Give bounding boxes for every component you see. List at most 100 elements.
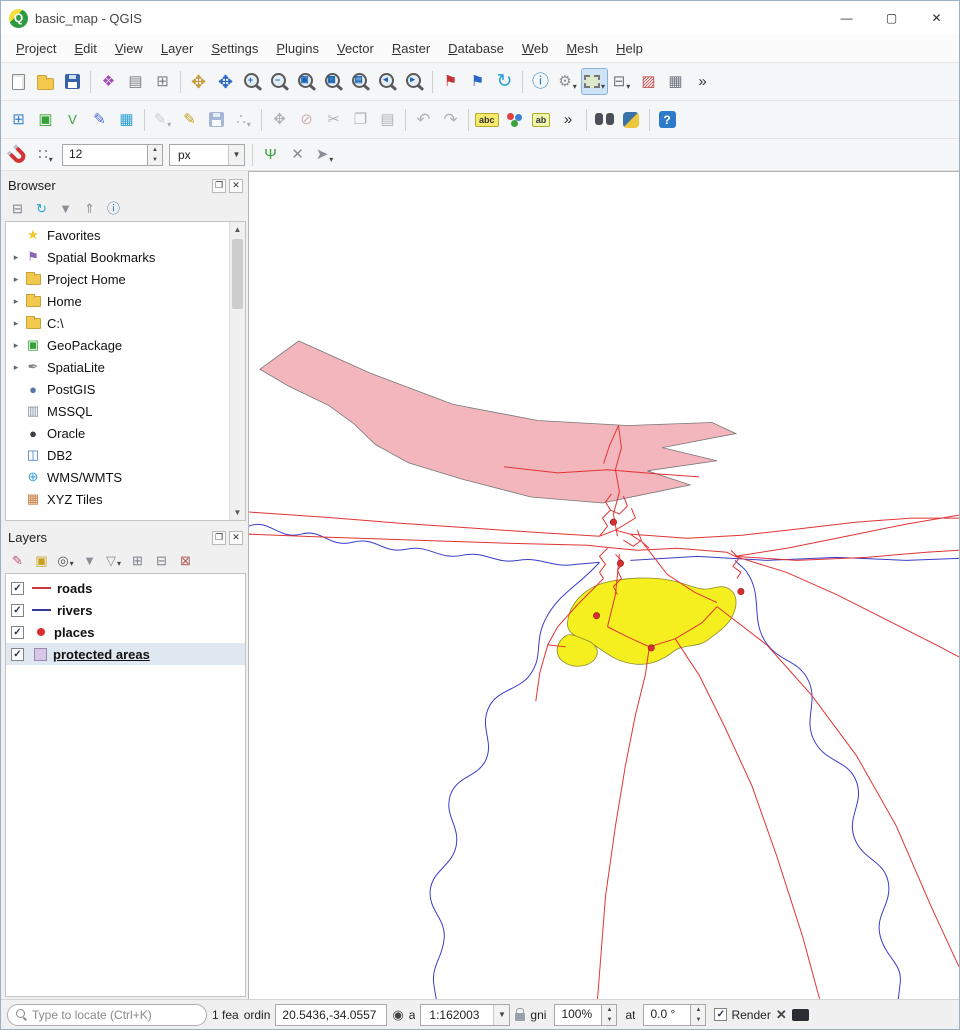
filter-by-expression-button[interactable]: ▽▾ <box>102 549 125 572</box>
open-attribute-table-button[interactable]: ▦ <box>662 68 689 95</box>
undo-button[interactable]: ↶ <box>410 106 437 133</box>
copy-features-button[interactable]: ❐ <box>347 106 374 133</box>
zoom-next-button[interactable]: ▸ <box>401 68 428 95</box>
redo-button[interactable]: ↷ <box>437 106 464 133</box>
layer-diagram-button[interactable] <box>501 106 528 133</box>
render-toggle[interactable]: ✓ Render <box>714 1008 770 1022</box>
maximize-button[interactable]: ▢ <box>869 1 914 35</box>
undock-panel-icon[interactable]: ❐ <box>212 531 226 545</box>
expand-arrow-icon[interactable]: ▸ <box>9 274 23 285</box>
extents-toggle-icon[interactable]: ◉ <box>392 1007 403 1023</box>
stop-render-icon[interactable]: ✕ <box>776 1007 787 1023</box>
minimize-button[interactable]: — <box>824 1 869 35</box>
browser-item-home[interactable]: ▸Home <box>6 290 245 312</box>
menu-project[interactable]: Project <box>7 37 65 60</box>
scale-combo[interactable]: 1:162003 ▼ <box>420 1004 510 1026</box>
spinbox-steppers[interactable]: ▲▼ <box>148 144 163 166</box>
identify-features-button[interactable]: ⓘ <box>527 68 554 95</box>
cut-features-button[interactable]: ✂ <box>320 106 347 133</box>
snapping-on-intersection-button[interactable]: ✕ <box>284 141 311 168</box>
run-feature-action-button[interactable]: ⚙▾ <box>554 68 581 95</box>
coordinate-box[interactable]: 20.5436,-34.0557 <box>275 1004 387 1026</box>
toolbar-overflow-button[interactable]: » <box>689 68 716 95</box>
show-spatial-bookmarks-button[interactable]: ⚑ <box>464 68 491 95</box>
combo-arrow-icon[interactable]: ▼ <box>228 145 244 165</box>
select-by-value-button[interactable]: ▨ <box>635 68 662 95</box>
browser-item-favorites[interactable]: ★Favorites <box>6 224 245 246</box>
menu-settings[interactable]: Settings <box>202 37 267 60</box>
toggle-editing-button[interactable]: ✎ <box>176 106 203 133</box>
expand-arrow-icon[interactable]: ▸ <box>9 362 23 373</box>
menu-edit[interactable]: Edit <box>65 37 105 60</box>
browser-item-postgis[interactable]: ●PostGIS <box>6 378 245 400</box>
browser-item-project-home[interactable]: ▸Project Home <box>6 268 245 290</box>
pan-map-to-selection-button[interactable]: ✥ <box>212 68 239 95</box>
scroll-up-icon[interactable]: ▲ <box>230 222 245 237</box>
metasearch-button[interactable] <box>591 106 618 133</box>
save-layer-edits-button[interactable] <box>203 106 230 133</box>
new-print-layout-button[interactable]: ▤ <box>122 68 149 95</box>
remove-layer-button[interactable]: ⊠ <box>174 549 197 572</box>
new-project-button[interactable] <box>5 68 32 95</box>
combo-arrow-icon[interactable]: ▼ <box>493 1005 509 1025</box>
browser-properties-button[interactable]: ⓘ <box>102 197 125 220</box>
layer-visibility-checkbox[interactable]: ✓ <box>11 648 24 661</box>
deselect-features-button[interactable]: ⊟▾ <box>608 68 635 95</box>
zoom-in-button[interactable]: + <box>239 68 266 95</box>
step-up-icon[interactable]: ▲ <box>691 1005 705 1015</box>
refresh-browser-button[interactable]: ↻ <box>30 197 53 220</box>
layer-item-roads[interactable]: ✓roads <box>6 577 245 599</box>
step-down-icon[interactable]: ▼ <box>691 1015 705 1025</box>
new-spatialite-layer-button[interactable]: ✎ <box>86 106 113 133</box>
menu-plugins[interactable]: Plugins <box>267 37 328 60</box>
browser-item-geopackage[interactable]: ▸▣GeoPackage <box>6 334 245 356</box>
add-group-button[interactable]: ▣ <box>30 549 53 572</box>
style-manager-button[interactable]: ❖ <box>95 68 122 95</box>
enable-snapping-button[interactable] <box>5 141 32 168</box>
snapping-tolerance-spinbox[interactable]: 12 ▲▼ <box>62 144 163 166</box>
zoom-full-button[interactable]: ▣ <box>293 68 320 95</box>
render-checkbox[interactable]: ✓ <box>714 1008 727 1021</box>
browser-item-xyz-tiles[interactable]: ▦XYZ Tiles <box>6 488 245 510</box>
paste-features-button[interactable]: ▤ <box>374 106 401 133</box>
expand-arrow-icon[interactable]: ▸ <box>9 252 23 263</box>
snapping-mode-button[interactable]: ∷▾ <box>32 141 59 168</box>
scroll-down-icon[interactable]: ▼ <box>230 505 245 520</box>
browser-item-db2[interactable]: ◫DB2 <box>6 444 245 466</box>
collapse-all-button[interactable]: ⇑ <box>78 197 101 220</box>
layer-item-places[interactable]: ✓places <box>6 621 245 643</box>
map-canvas[interactable] <box>248 171 959 999</box>
spinbox-steppers[interactable]: ▲▼ <box>602 1004 617 1026</box>
label-pin-button[interactable]: ab <box>528 106 555 133</box>
zoom-to-selection-button[interactable]: ▦ <box>320 68 347 95</box>
menu-web[interactable]: Web <box>513 37 558 60</box>
layer-visibility-checkbox[interactable]: ✓ <box>11 582 24 595</box>
step-up-icon[interactable]: ▲ <box>602 1005 616 1015</box>
zoom-to-layer-button[interactable]: ▤ <box>347 68 374 95</box>
show-layout-manager-button[interactable]: ⊞ <box>149 68 176 95</box>
new-spatial-bookmark-button[interactable]: ⚑ <box>437 68 464 95</box>
open-layer-styling-button[interactable]: ✎ <box>6 549 29 572</box>
select-features-button[interactable]: ▾ <box>581 68 608 95</box>
step-up-icon[interactable]: ▲ <box>148 145 162 155</box>
spinbox-steppers[interactable]: ▲▼ <box>691 1004 706 1026</box>
open-project-button[interactable] <box>32 68 59 95</box>
magnifier-value[interactable]: 100% <box>554 1004 602 1026</box>
new-virtual-layer-button[interactable]: ▦ <box>113 106 140 133</box>
expand-arrow-icon[interactable]: ▸ <box>9 318 23 329</box>
magnifier-spinbox[interactable]: 100% ▲▼ <box>554 1004 617 1026</box>
pan-map-button[interactable]: ✥ <box>185 68 212 95</box>
vertex-tool-button[interactable]: ∴▾ <box>230 106 257 133</box>
snapping-tolerance-value[interactable]: 12 <box>62 144 148 166</box>
zoom-out-button[interactable]: − <box>266 68 293 95</box>
close-button[interactable]: ✕ <box>914 1 959 35</box>
browser-scrollbar[interactable]: ▲ ▼ <box>229 222 245 520</box>
layer-item-rivers[interactable]: ✓rivers <box>6 599 245 621</box>
browser-item-c[interactable]: ▸C:\ <box>6 312 245 334</box>
scrollbar-thumb[interactable] <box>232 239 243 309</box>
menu-vector[interactable]: Vector <box>328 37 383 60</box>
browser-item-wms-wmts[interactable]: ⊕WMS/WMTS <box>6 466 245 488</box>
messages-icon[interactable] <box>792 1009 809 1021</box>
python-console-button[interactable] <box>618 106 645 133</box>
refresh-map-button[interactable]: ↻ <box>491 68 518 95</box>
